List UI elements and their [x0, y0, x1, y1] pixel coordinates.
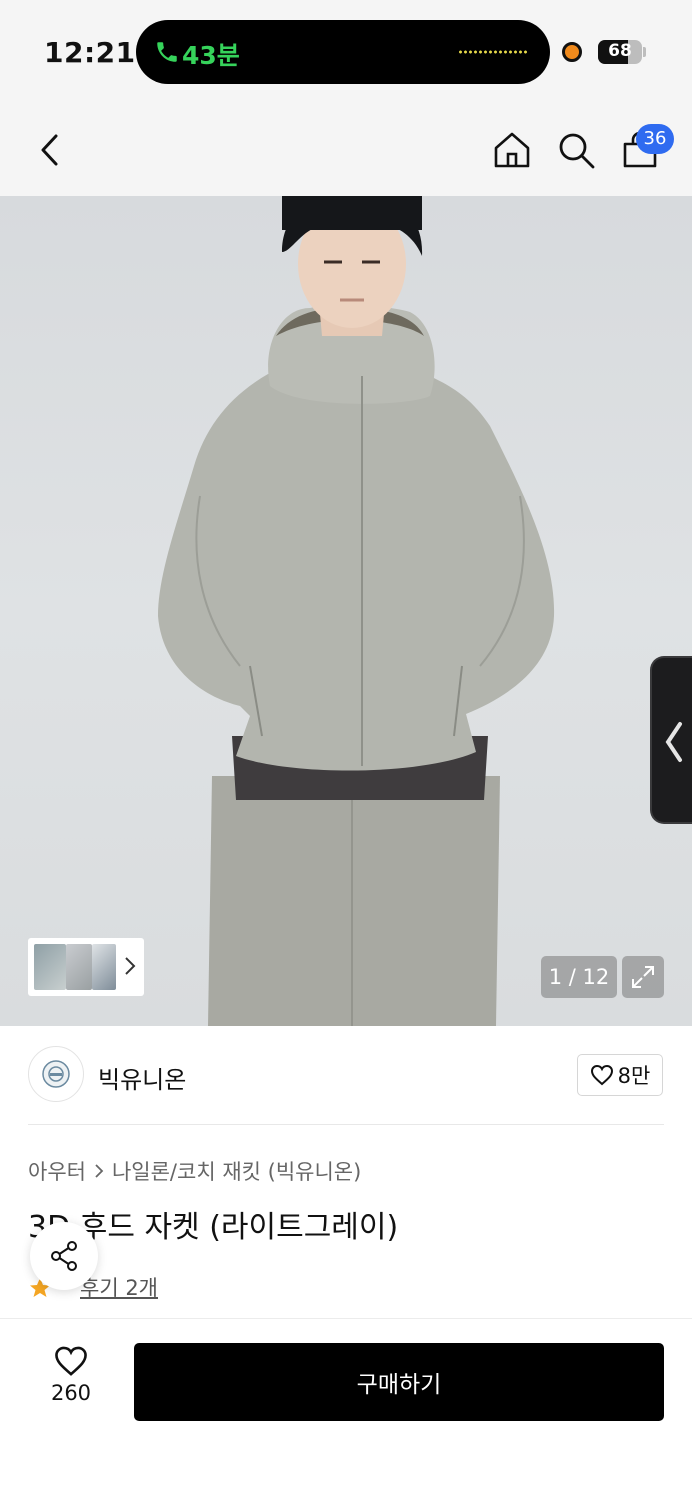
heart-icon: [55, 1346, 87, 1376]
review-link[interactable]: 후기 2개: [80, 1272, 158, 1302]
chevron-right-icon: [125, 957, 136, 975]
breadcrumb: 아우터 나일론/코치 재킷 (빅유니온): [28, 1156, 361, 1186]
thumbnail-image: [92, 944, 116, 990]
back-button[interactable]: [28, 128, 72, 172]
brand-like-button[interactable]: 8만: [577, 1054, 663, 1096]
chevron-left-icon: [41, 134, 58, 166]
product-photo: [158, 196, 555, 1026]
share-icon: [51, 1241, 77, 1271]
side-panel-handle[interactable]: [650, 656, 692, 824]
status-time: 12:21: [44, 36, 136, 69]
thumbnail-image: [66, 944, 92, 990]
expand-icon: [632, 966, 654, 988]
search-button[interactable]: [554, 128, 598, 172]
expand-button[interactable]: [622, 956, 664, 998]
battery-icon: 68: [598, 40, 642, 64]
battery-tip: [643, 47, 646, 57]
app-header: 36: [0, 104, 692, 196]
cart-count-badge: 36: [636, 124, 674, 154]
brand-name[interactable]: 빅유니온: [98, 1060, 186, 1095]
status-bar: 12:21 43분 68: [0, 0, 692, 104]
thumbnail-strip[interactable]: [28, 938, 144, 996]
brand-row[interactable]: 빅유니온 8만: [0, 1026, 692, 1126]
wishlist-count: 260: [50, 1381, 92, 1405]
wishlist-button[interactable]: 260: [36, 1345, 106, 1415]
battery-level: 68: [608, 41, 632, 61]
bottom-action-bar: 260 구매하기: [0, 1318, 692, 1500]
share-button[interactable]: [30, 1222, 98, 1290]
thumbnail-image: [34, 944, 66, 990]
brand-like-count: 8만: [617, 1064, 651, 1088]
breadcrumb-category[interactable]: 아우터: [28, 1156, 86, 1186]
product-image-gallery[interactable]: 1 / 12: [0, 196, 692, 1026]
image-counter: 1 / 12: [541, 956, 617, 998]
buy-button[interactable]: 구매하기: [134, 1343, 664, 1421]
search-icon: [559, 133, 595, 169]
chevron-left-icon: [665, 722, 682, 762]
heart-icon: [590, 1064, 613, 1086]
call-duration: 43분: [182, 41, 240, 70]
home-icon: [494, 132, 530, 168]
breadcrumb-subcategory[interactable]: 나일론/코치 재킷 (빅유니온): [112, 1156, 361, 1186]
recording-indicator-icon: [562, 42, 582, 62]
audio-waveform-icon: [458, 50, 528, 54]
brand-logo-icon: [42, 1060, 70, 1088]
home-button[interactable]: [490, 128, 534, 172]
phone-icon: [157, 42, 177, 62]
brand-logo[interactable]: [28, 1046, 84, 1102]
divider: [28, 1124, 664, 1125]
chevron-right-icon: [95, 1164, 104, 1178]
dynamic-island[interactable]: 43분: [136, 20, 550, 84]
